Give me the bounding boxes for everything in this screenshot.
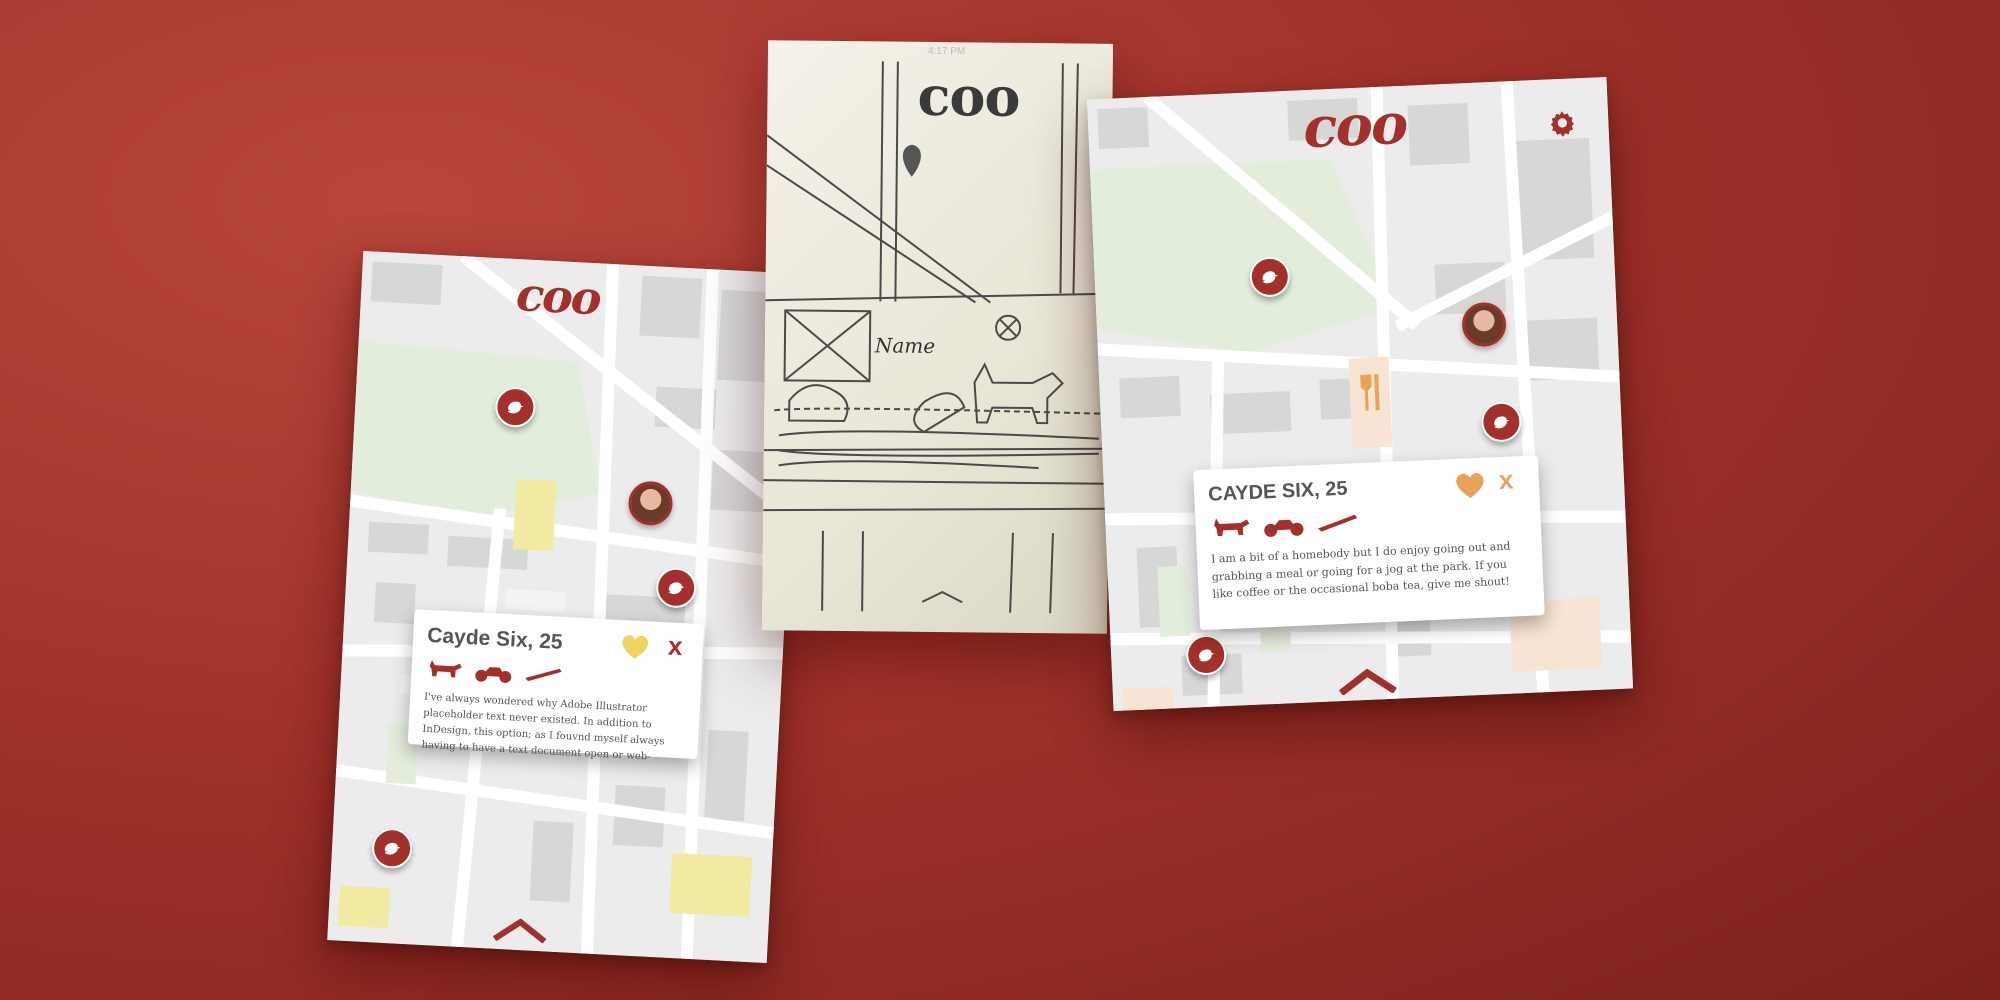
fork-knife-icon (1360, 374, 1380, 411)
interests-row (425, 658, 688, 694)
sketch-name-label: Name (874, 333, 936, 358)
skateboard-icon (525, 668, 562, 682)
lemon-heart-icon[interactable] (1451, 470, 1488, 502)
bird-icon (1494, 416, 1510, 429)
chevron-up-icon[interactable] (492, 917, 547, 944)
bird-icon (384, 842, 401, 855)
profile-card[interactable]: CAYDE SIX, 25 x I am a bit of a homebody… (1193, 455, 1545, 631)
corgi-icon (429, 660, 462, 678)
interests-row (1209, 503, 1527, 541)
sketch-lines (763, 61, 1111, 614)
bird-icon (668, 582, 685, 595)
left-phone-screen: coo Cayde Six, 25 x I've always wondered… (327, 250, 803, 964)
bird-icon (1198, 649, 1215, 662)
sketch-wireframe: 4:17 PM coo Name (761, 40, 1114, 634)
corgi-icon (1214, 518, 1250, 537)
motorcycle-icon (475, 667, 512, 683)
bird-icon (507, 401, 524, 414)
app-logo: coo (514, 267, 601, 326)
bird-icon (1262, 271, 1279, 284)
chevron-up-icon[interactable] (1337, 667, 1398, 696)
profile-bio: I've always wondered why Adobe Illustrat… (421, 691, 665, 763)
gear-icon[interactable] (1548, 108, 1577, 137)
pin-icon (902, 144, 921, 177)
right-phone-screen: coo CAYDE SIX, 25 x I am a bit of a home… (1086, 76, 1634, 712)
sketch-logo: coo (917, 63, 1020, 129)
profile-card[interactable]: Cayde Six, 25 x I've always wondered why… (407, 609, 705, 763)
profile-bio: I am a bit of a homebody but I do enjoy … (1210, 539, 1511, 601)
close-button[interactable]: x (667, 630, 683, 662)
app-logo: coo (1301, 90, 1408, 162)
skateboard-icon (1318, 514, 1358, 532)
lemon-heart-icon[interactable] (617, 632, 652, 662)
close-button[interactable]: x (1498, 464, 1514, 496)
motorcycle-icon (1264, 519, 1304, 537)
